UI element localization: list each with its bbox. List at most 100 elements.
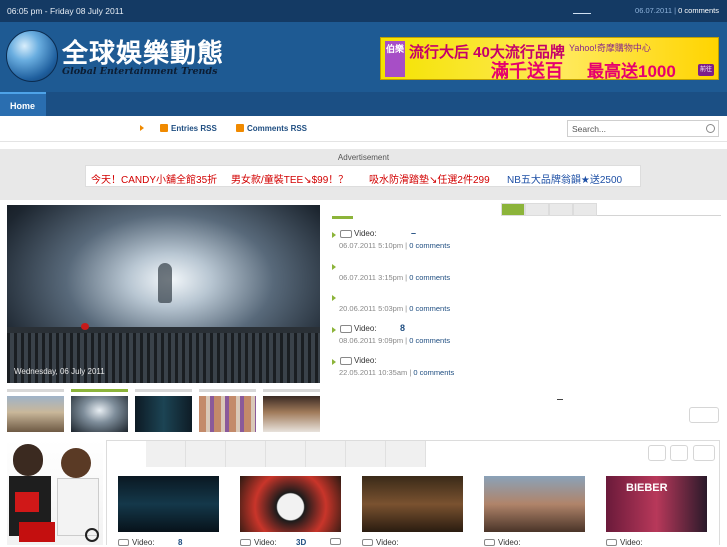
sidebar-tabs: [501, 203, 721, 216]
nav-home[interactable]: Home: [0, 92, 46, 116]
camera-icon: [340, 357, 352, 365]
thumbnail[interactable]: [135, 389, 192, 433]
search-icon[interactable]: [706, 124, 715, 133]
latest-post-comments-link[interactable]: 0 comments: [678, 6, 719, 15]
featured-post-image[interactable]: Wednesday, 06 July 2011: [7, 205, 320, 383]
prev-button[interactable]: [648, 445, 666, 461]
video-caption[interactable]: Video: 8: [118, 538, 182, 547]
video-tab[interactable]: [346, 441, 386, 467]
recent-post-meta: 08.06.2011 9:09pm | 0 comments: [339, 336, 451, 345]
featured-flower: [81, 323, 89, 330]
next-button[interactable]: [670, 445, 688, 461]
latest-post-date: 06.07.2011: [635, 6, 673, 15]
header-ad-banner[interactable]: 伯樂 流行大后 40大流行品牌 Yahoo!奇摩購物中心 滿千送百 最高送100…: [380, 37, 719, 80]
text-ad-link[interactable]: 吸水防滑踏墊↘任選2件299: [369, 171, 490, 186]
arrow-icon: [332, 232, 336, 238]
site-logo-title[interactable]: 全球娛樂動態: [62, 33, 224, 70]
recent-post-comments-link[interactable]: 0 comments: [409, 336, 450, 345]
top-bar: 06:05 pm - Friday 08 July 2011 06.07.201…: [0, 0, 727, 22]
video-thumbnail-text: BIEBER: [626, 482, 668, 494]
camera-icon: [340, 325, 352, 333]
view-all-button[interactable]: [693, 445, 715, 461]
globe-logo-icon[interactable]: [6, 30, 58, 82]
entries-rss-link[interactable]: Entries RSS: [160, 124, 217, 133]
video-caption[interactable]: Video: 3D: [240, 538, 341, 547]
video-caption-label: Video:: [620, 538, 643, 547]
video-tab[interactable]: [306, 441, 346, 467]
text-ad-link[interactable]: 男女款/童裝TEE↘$99！？: [231, 171, 348, 186]
video-tab-active[interactable]: [107, 441, 146, 467]
ad-go-button[interactable]: 前往: [698, 64, 714, 76]
recent-post-date: 06.07.2011 5:10pm: [339, 241, 404, 250]
recent-post-comments-link[interactable]: 0 comments: [409, 241, 450, 250]
thumbnail[interactable]: [7, 389, 64, 433]
sidebar-tab-3[interactable]: [549, 203, 573, 216]
text-ad-link[interactable]: NB五大品牌翁韻★送2500: [507, 171, 622, 186]
video-caption-extra: 3D: [296, 538, 307, 547]
video-thumbnail[interactable]: BIEBER: [606, 476, 707, 532]
recent-post-comments-link[interactable]: 0 comments: [409, 273, 450, 282]
video-thumbnail[interactable]: [484, 476, 585, 532]
video-tab[interactable]: [146, 441, 186, 467]
text-ad-link[interactable]: 今天！CANDY小舖全館35折: [91, 171, 217, 186]
recent-posts-list: Video: –06.07.2011 5:10pm | 0 comments 06.…: [332, 205, 492, 385]
comments-rss-link[interactable]: Comments RSS: [236, 124, 307, 133]
rss-search-bar: Entries RSS Comments RSS Search...: [0, 116, 727, 142]
ad-model-head: [13, 444, 43, 476]
video-caption[interactable]: Video:: [606, 538, 643, 547]
video-tab[interactable]: [226, 441, 266, 467]
search-input[interactable]: Search...: [567, 120, 719, 137]
sidebar-dash: [557, 399, 563, 400]
video-gallery-panel: BIEBER Video: 8 Video: 3D Video: Video: Vi…: [106, 440, 720, 547]
thumbnail-active[interactable]: [71, 389, 128, 433]
video-tab[interactable]: [186, 441, 226, 467]
featured-figure: [158, 263, 172, 303]
video-thumbnail[interactable]: [240, 476, 341, 532]
video-caption-extra: 8: [178, 538, 183, 547]
recent-post-title[interactable]: Video:: [354, 229, 377, 238]
thumbnail[interactable]: [199, 389, 256, 433]
apparel-ad-image[interactable]: [7, 440, 103, 545]
camera-icon: [340, 230, 352, 238]
recent-post-date: 22.05.2011 10:35am: [339, 368, 408, 377]
featured-caption-date: Wednesday, 06 July 2011: [14, 367, 105, 376]
recent-post-date: 20.06.2011 5:03pm: [339, 304, 404, 313]
ad-portal: Yahoo!奇摩購物中心: [569, 43, 651, 53]
recent-post-comments-link[interactable]: 0 comments: [409, 304, 450, 313]
search-placeholder: Search...: [572, 124, 607, 134]
sidebar-tab-4[interactable]: [573, 203, 597, 216]
video-thumbnail[interactable]: [362, 476, 463, 532]
site-header: 全球娛樂動態 Global Entertainment Trends 伯樂 流行…: [0, 22, 727, 92]
video-tab[interactable]: [386, 441, 426, 467]
arrow-icon: [332, 359, 336, 365]
recent-post-title-extra[interactable]: –: [411, 228, 416, 238]
rss-icon: [236, 124, 244, 132]
sidebar-tab-1[interactable]: [501, 203, 525, 216]
video-thumbnail[interactable]: [118, 476, 219, 532]
ad-model-head: [61, 448, 91, 478]
comments-rss-label: Comments RSS: [247, 124, 308, 133]
video-caption-label: Video:: [376, 538, 399, 547]
recent-post-title[interactable]: Video:: [354, 324, 377, 333]
featured-thumbnails: [7, 389, 320, 434]
section-accent-bar: [332, 216, 353, 219]
ad-tag: 伯樂: [385, 41, 405, 77]
video-tab[interactable]: [266, 441, 306, 467]
recent-post-title-extra[interactable]: 8: [400, 323, 405, 333]
recent-post-date: 06.07.2011 3:15pm: [339, 273, 404, 282]
site-logo-subtitle[interactable]: Global Entertainment Trends: [62, 66, 217, 77]
recent-post-meta: 06.07.2011 3:15pm | 0 comments: [339, 273, 451, 282]
sidebar-more-button[interactable]: [689, 407, 719, 423]
video-caption[interactable]: Video:: [362, 538, 399, 547]
video-caption[interactable]: Video:: [484, 538, 521, 547]
advertisement-label: Advertisement: [337, 153, 390, 162]
latest-post-meta: 06.07.2011 | 0 comments: [635, 6, 719, 15]
video-caption-label: Video:: [498, 538, 521, 547]
sidebar-tab-2[interactable]: [525, 203, 549, 216]
arrow-icon: [140, 125, 144, 131]
recent-post-comments-link[interactable]: 0 comments: [413, 368, 454, 377]
thumbnail[interactable]: [263, 389, 320, 433]
topbar-divider: [573, 13, 591, 14]
recent-post-meta: 06.07.2011 5:10pm | 0 comments: [339, 241, 451, 250]
recent-post-title[interactable]: Video:: [354, 356, 377, 365]
